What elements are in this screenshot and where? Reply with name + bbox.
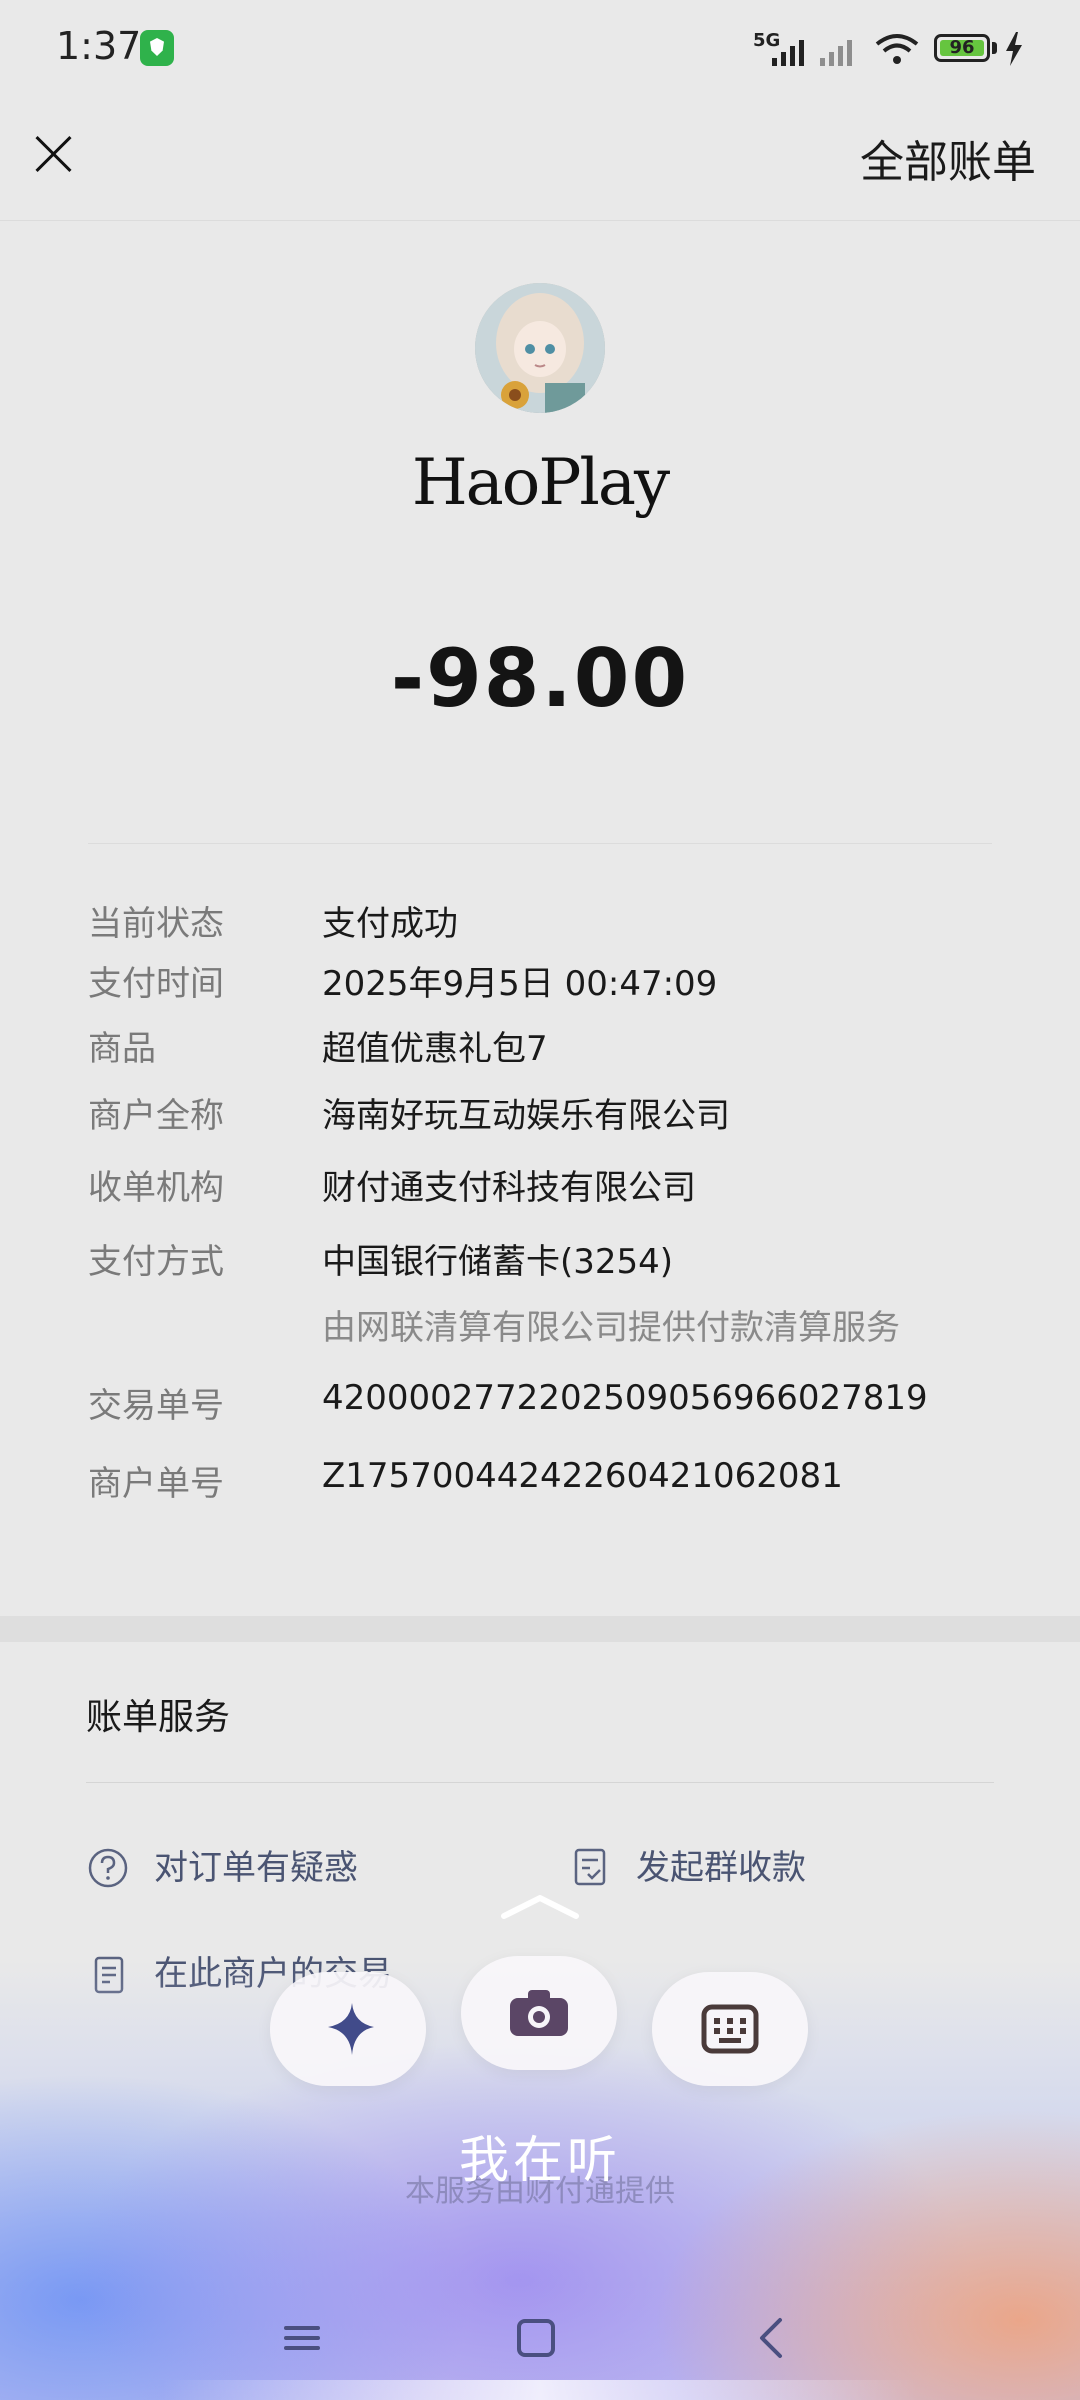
detail-value: 超值优惠礼包7	[322, 1029, 548, 1069]
avatar-illustration	[475, 283, 605, 413]
chevron-up-icon[interactable]	[500, 1892, 580, 1922]
bill-services-title: 账单服务	[86, 1697, 231, 1738]
detail-value[interactable]: 4200002772202509056966027819	[322, 1378, 928, 1418]
detail-label: 交易单号	[88, 1386, 224, 1426]
payment-clearing-note: 由网联清算有限公司提供付款清算服务	[322, 1308, 900, 1348]
group-collect-link[interactable]: 发起群收款	[636, 1840, 806, 1889]
section-separator	[0, 1616, 1080, 1642]
menu-icon[interactable]	[282, 2314, 322, 2362]
ai-assistant-button[interactable]	[270, 1972, 426, 2086]
wifi-icon	[875, 34, 919, 64]
camera-button[interactable]	[461, 1956, 617, 2070]
battery-tip	[992, 42, 997, 54]
divider	[88, 843, 992, 844]
home-icon[interactable]	[516, 2314, 556, 2362]
assistant-listening-text: 我在听	[459, 2131, 621, 2189]
group-collect-icon	[574, 1848, 606, 1886]
detail-value: 海南好玩互动娱乐有限公司	[322, 1096, 730, 1136]
detail-value: 2025年9月5日 00:47:09	[322, 964, 718, 1004]
transaction-amount: -98.00	[390, 632, 690, 725]
keyboard-icon	[701, 2004, 759, 2054]
detail-label: 支付方式	[88, 1242, 224, 1282]
back-icon[interactable]	[752, 2314, 792, 2362]
detail-value: 财付通支付科技有限公司	[322, 1168, 696, 1208]
merchant-avatar	[475, 283, 605, 413]
detail-label: 商品	[88, 1029, 156, 1069]
detail-label: 商户单号	[88, 1464, 224, 1504]
nav-bar: 全部账单	[0, 100, 1080, 221]
signal-icon	[772, 40, 804, 66]
signal-secondary-icon	[820, 40, 852, 66]
camera-icon	[510, 1990, 568, 2036]
keyboard-button[interactable]	[652, 1972, 808, 2086]
divider	[86, 1782, 994, 1783]
detail-label: 收单机构	[88, 1168, 224, 1208]
clock: 1:37	[56, 24, 142, 68]
status-bar: 1:37 5G 96	[0, 0, 1080, 100]
sparkle-icon	[328, 2003, 374, 2055]
gesture-bar	[0, 2380, 1080, 2400]
detail-value[interactable]: Z17570044242260421062081	[322, 1456, 843, 1496]
question-icon	[88, 1848, 128, 1888]
battery-level: 96	[949, 37, 975, 58]
detail-value: 支付成功	[322, 904, 458, 944]
order-question-link[interactable]: 对订单有疑惑	[154, 1840, 358, 1889]
merchant-name: HaoPlay	[411, 446, 670, 520]
all-bills-link[interactable]: 全部账单	[860, 126, 1036, 190]
close-icon[interactable]	[30, 130, 78, 178]
battery-icon: 96	[934, 34, 990, 62]
detail-label: 当前状态	[88, 904, 224, 944]
detail-label: 支付时间	[88, 964, 224, 1004]
security-shield-icon	[140, 30, 174, 66]
detail-label: 商户全称	[88, 1096, 224, 1136]
detail-value: 中国银行储蓄卡(3254)	[322, 1242, 674, 1282]
charging-icon	[1006, 32, 1022, 66]
